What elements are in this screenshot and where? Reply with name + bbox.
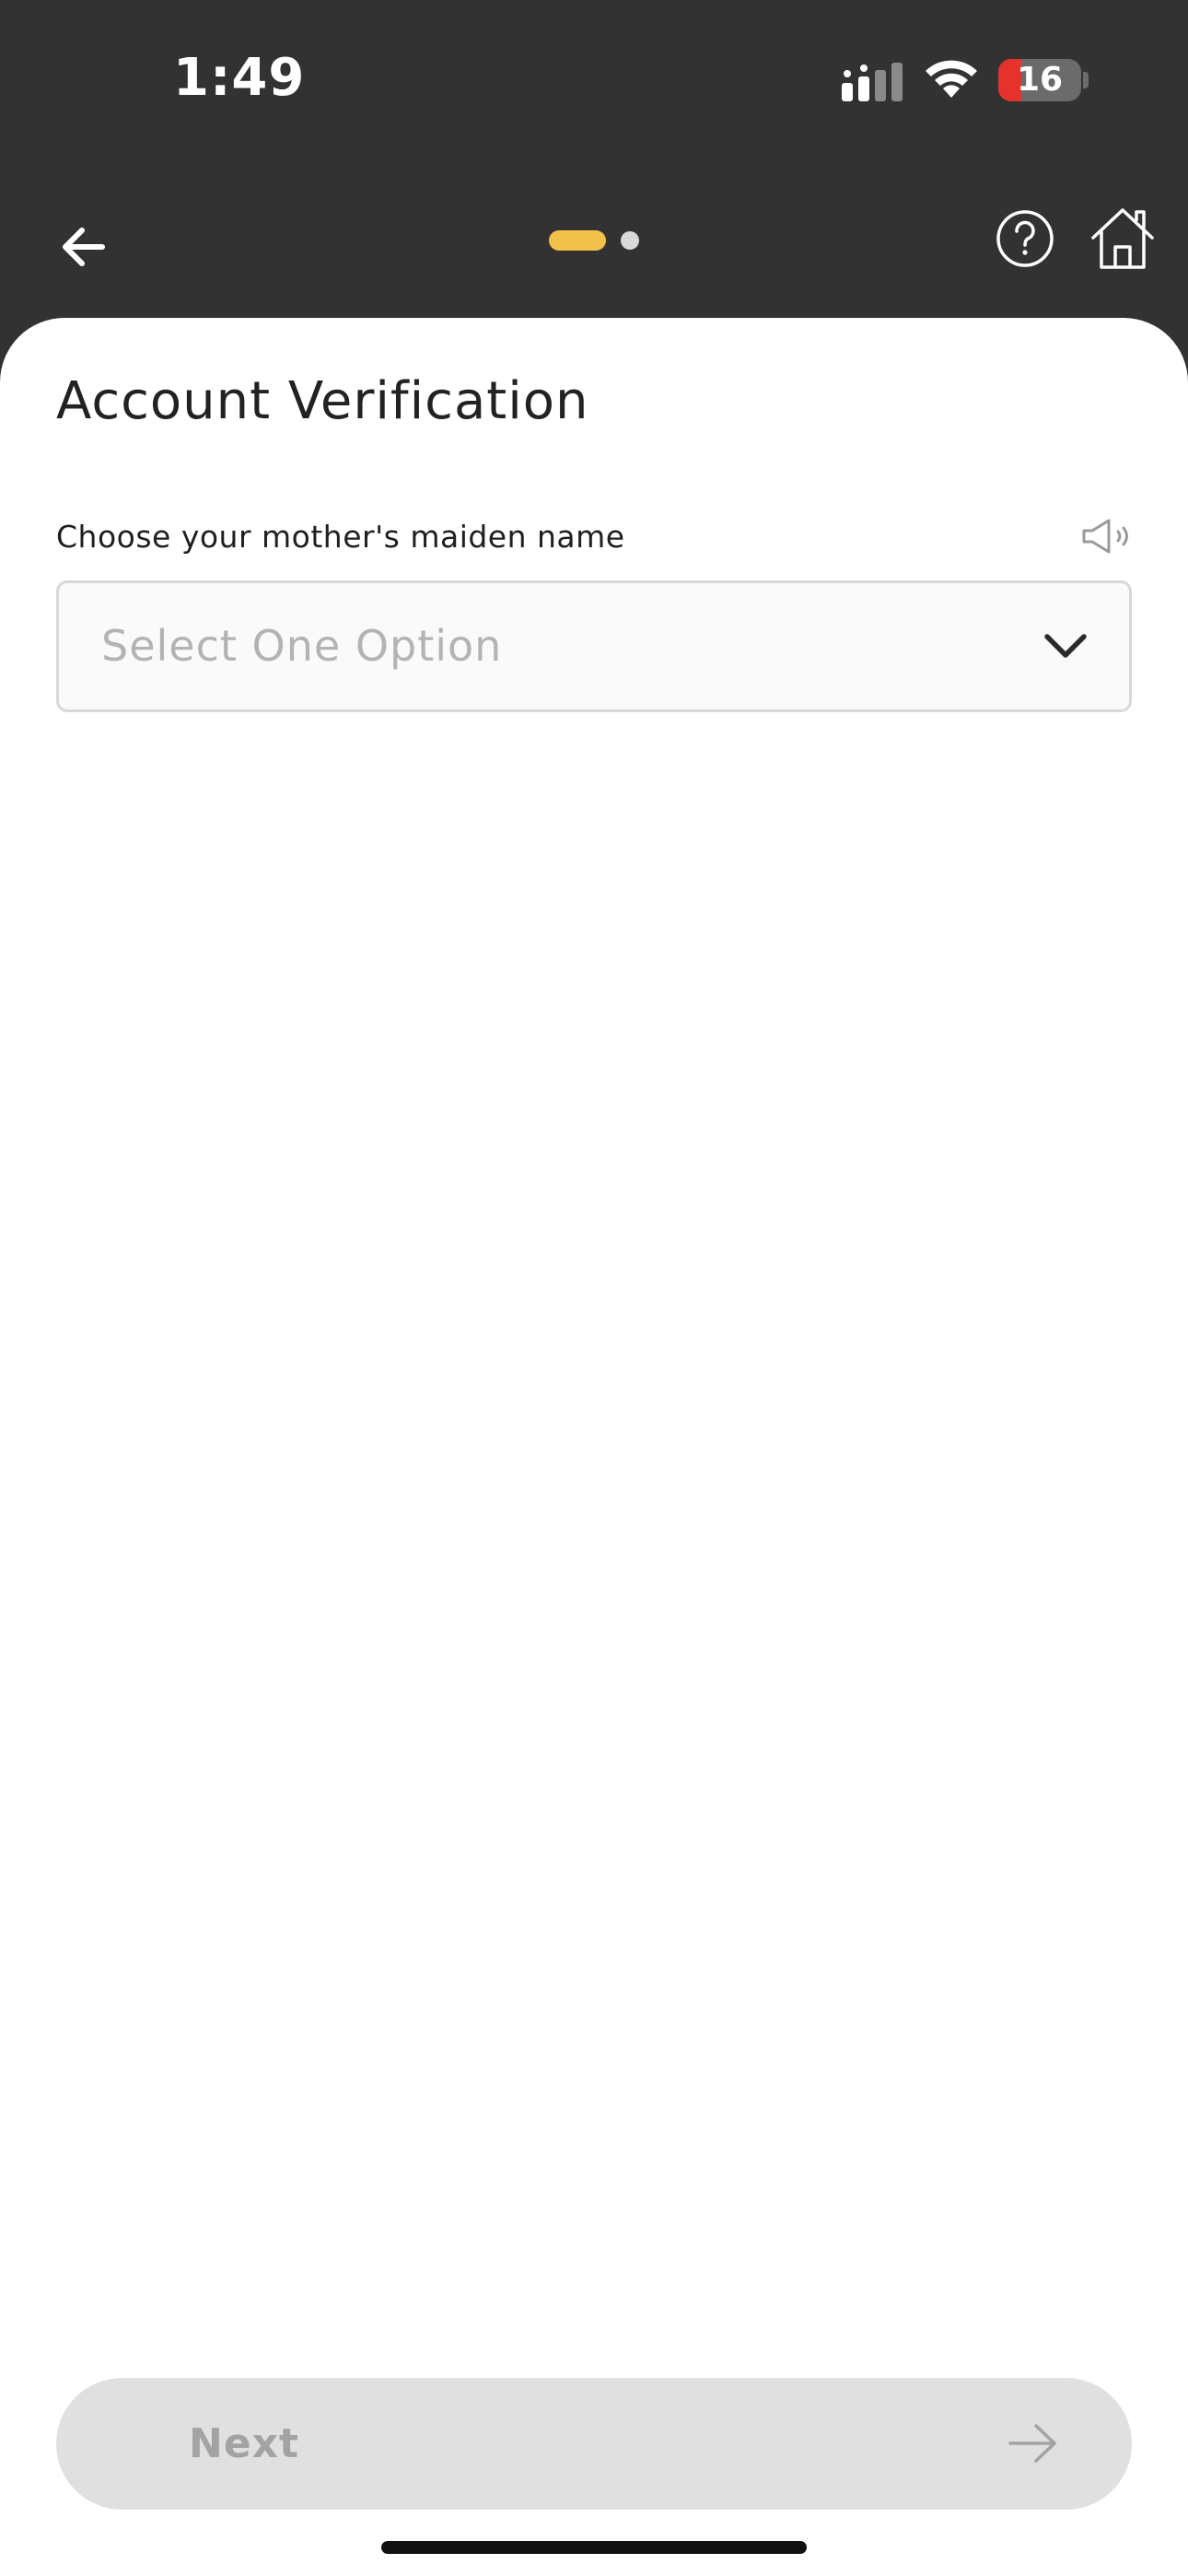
step-progress-indicator xyxy=(549,230,650,251)
progress-step-inactive xyxy=(621,231,639,250)
arrow-left-icon xyxy=(63,228,105,266)
page-title: Account Verification xyxy=(56,371,589,431)
read-aloud-button[interactable] xyxy=(1081,517,1135,556)
chevron-down-icon xyxy=(1044,634,1087,658)
wifi-icon xyxy=(926,60,977,98)
next-button[interactable]: Next xyxy=(56,2378,1132,2510)
question-circle-icon xyxy=(996,210,1054,267)
battery-tip xyxy=(1083,72,1089,88)
status-bar: 1:49 16 xyxy=(0,0,1188,157)
battery-indicator: 16 xyxy=(998,59,1081,101)
account-verification-screen: 1:49 16 Account Verification Choose your… xyxy=(0,0,1188,2576)
home-button[interactable] xyxy=(1089,205,1157,273)
maiden-name-select[interactable]: Select One Option xyxy=(56,580,1132,712)
next-button-label: Next xyxy=(189,2420,300,2467)
security-question-label: Choose your mother's maiden name xyxy=(56,519,625,555)
progress-step-active xyxy=(549,230,606,251)
status-time: 1:49 xyxy=(173,48,306,108)
arrow-right-icon xyxy=(1008,2424,1056,2463)
help-button[interactable] xyxy=(995,208,1055,269)
home-indicator xyxy=(381,2541,807,2554)
home-icon xyxy=(1091,208,1154,269)
signal-icon xyxy=(842,63,903,101)
speaker-icon xyxy=(1082,519,1128,554)
content-card: Account Verification Choose your mother'… xyxy=(0,318,1188,2576)
select-placeholder: Select One Option xyxy=(101,621,503,671)
battery-percentage: 16 xyxy=(1016,61,1064,99)
back-button[interactable] xyxy=(46,210,120,284)
